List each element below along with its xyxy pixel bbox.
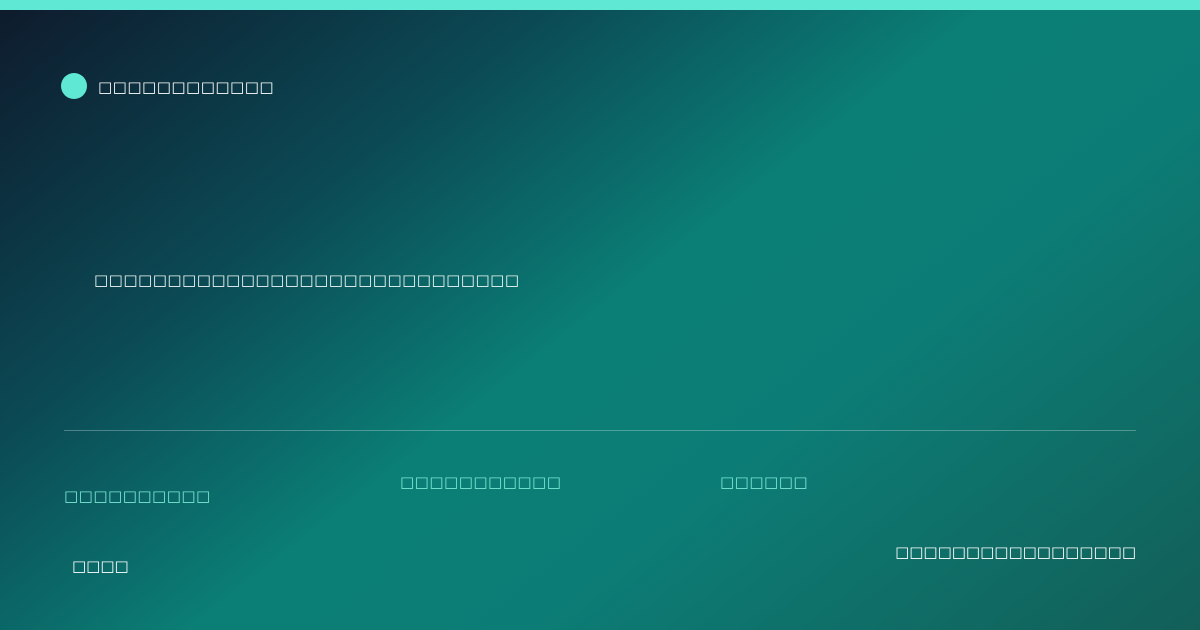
footer-right-text: □□□□□□□□□□□□□□□□□	[895, 543, 1136, 561]
brand-name: □□□□□□□□□□□□	[98, 78, 275, 96]
top-accent-bar	[0, 0, 1200, 10]
footer-left-text: □□□□	[72, 557, 129, 575]
meta-item-1: □□□□□□□□□□	[64, 487, 211, 505]
meta-item-2: □□□□□□□□□□□	[400, 473, 562, 491]
divider	[64, 430, 1136, 431]
brand-logo-icon	[61, 73, 87, 99]
headline-text: □□□□□□□□□□□□□□□□□□□□□□□□□□□□□	[94, 271, 520, 289]
meta-item-3: □□□□□□	[720, 473, 809, 491]
